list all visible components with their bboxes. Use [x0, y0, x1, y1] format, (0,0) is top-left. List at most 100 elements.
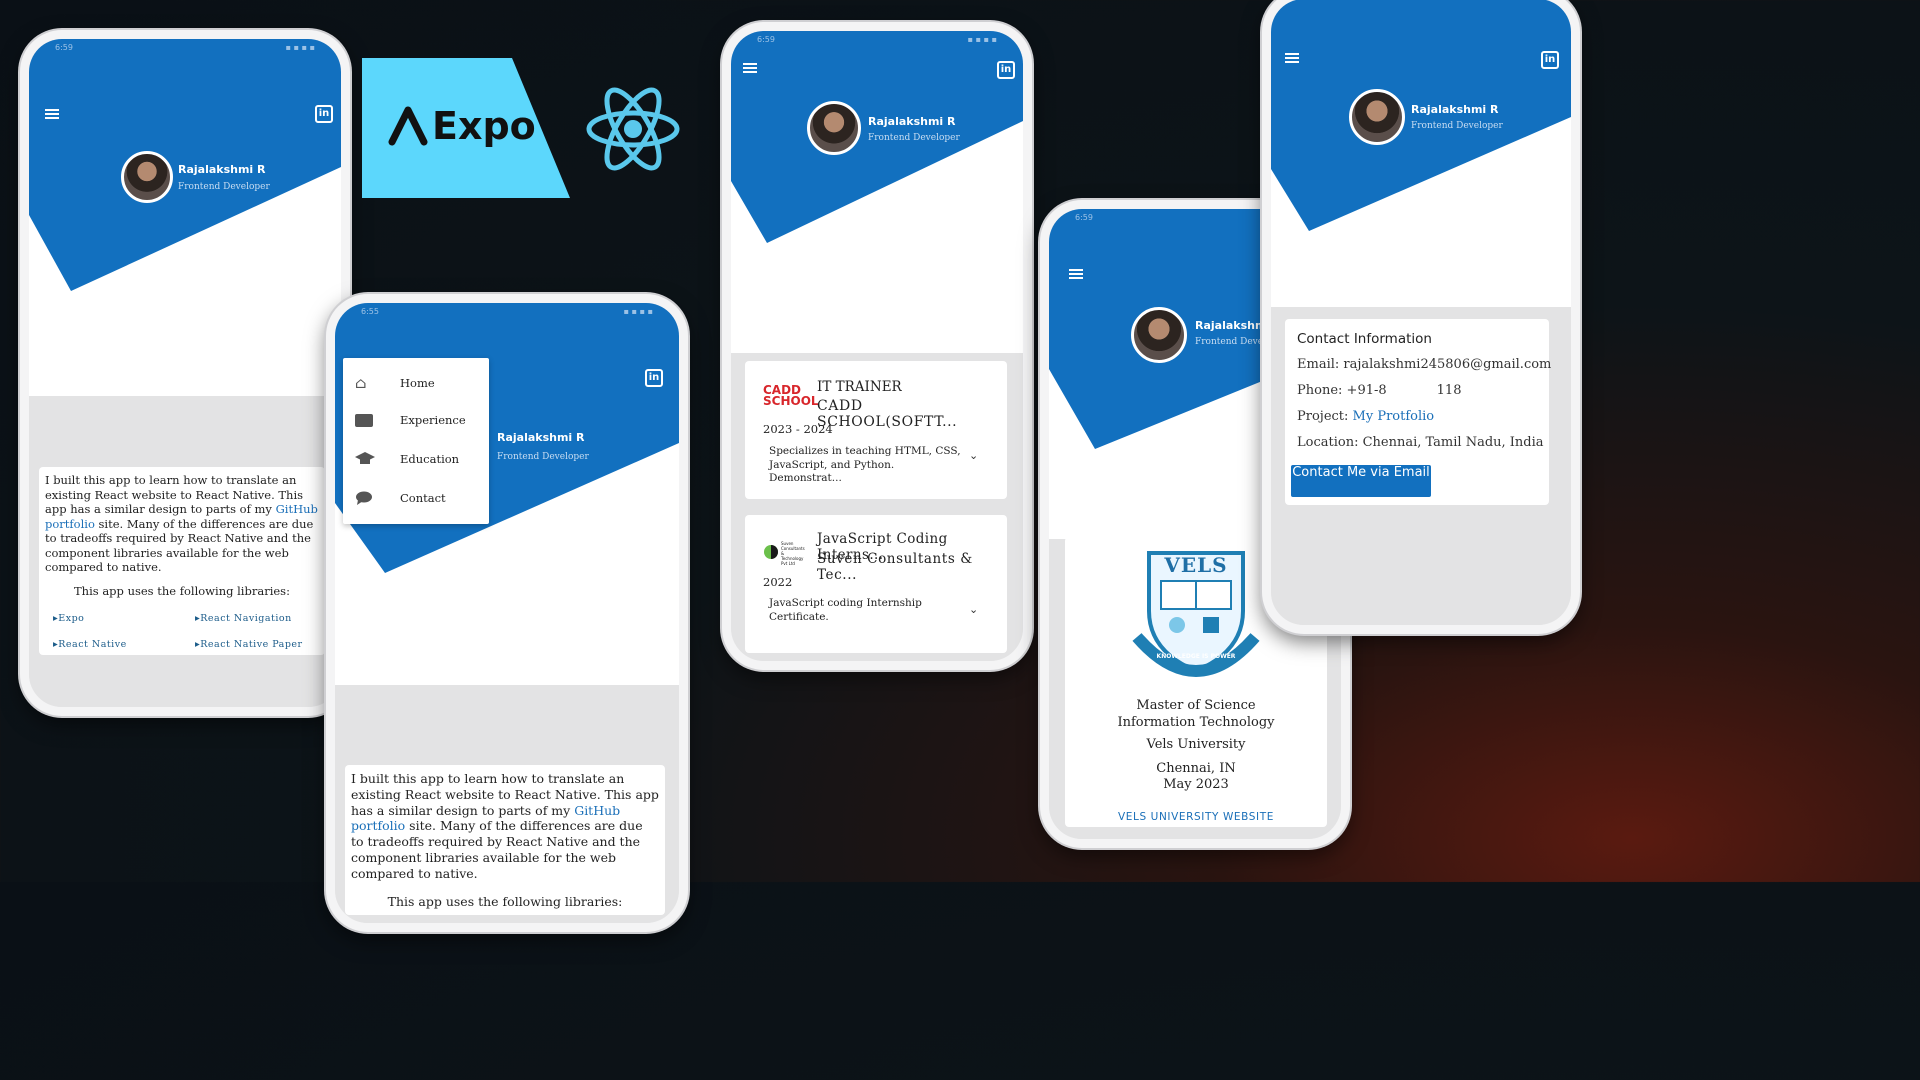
experience-card[interactable]: CADD SCHOOL IT TRAINER CADD SCHOOL(SOFTT…	[745, 361, 1007, 499]
degree: Master of Science Information Technology	[1065, 697, 1327, 731]
drawer-item-label: Experience	[400, 413, 466, 427]
header-hero: 6:59 ▪ ▪ ▪ ▪ in Rajalakshmi R Frontend De…	[731, 31, 1023, 353]
contact-location-row: Location: Chennai, Tamil Nadu, India	[1297, 435, 1544, 450]
contact-email-button[interactable]: Contact Me via Email	[1291, 465, 1431, 497]
libraries-heading: This app uses the following libraries:	[74, 583, 290, 598]
experience-card[interactable]: Suven Consultants & Technology Pvt Ltd J…	[745, 515, 1007, 653]
screen: 6:55 ▪ ▪ ▪ ▪ in Rajalakshmi R Frontend De…	[335, 303, 679, 923]
screen: 6:59 ▪ ▪ ▪ ▪ in Rajalakshmi R Frontend De…	[731, 31, 1023, 661]
profile-role: Frontend Developer	[868, 133, 960, 143]
cadd-school-logo-text: CADD SCHOOL	[763, 383, 819, 408]
expo-logo: Expo	[362, 58, 570, 198]
libraries-heading: This app uses the following libraries:	[387, 893, 623, 909]
menu-icon[interactable]	[45, 109, 59, 119]
experience-company: CADD SCHOOL(SOFTT...	[817, 398, 958, 430]
header-hero: in Rajalakshmi R Frontend Developer	[1271, 0, 1571, 307]
location-label: Location:	[1297, 435, 1359, 450]
phone-experience: 6:59 ▪ ▪ ▪ ▪ in Rajalakshmi R Frontend De…	[722, 22, 1032, 670]
avatar	[1131, 307, 1187, 363]
header-hero: 6:59 ▪ ▪ ▪ ▪ in Rajalakshmi R Frontend De…	[29, 39, 341, 396]
navigation-drawer: ⌂ Home Experience Education Contact	[343, 358, 489, 524]
linkedin-icon[interactable]: in	[997, 61, 1015, 79]
experience-company: Suven Consultants & Tec...	[817, 551, 973, 583]
profile-role: Frontend Developer	[178, 182, 270, 192]
suven-logo-text: Suven Consultants & Technology Pvt Ltd	[781, 541, 805, 566]
about-text: I built this app to learn how to transla…	[45, 473, 319, 575]
contact-project-row: Project: My Protfolio	[1297, 409, 1434, 424]
menu-icon[interactable]	[743, 63, 757, 73]
drawer-item-experience[interactable]: Experience	[355, 413, 466, 427]
phone-contact: in Rajalakshmi R Frontend Developer Cont…	[1262, 0, 1580, 634]
linkedin-icon[interactable]: in	[645, 369, 663, 387]
avatar	[1349, 89, 1405, 145]
status-bar: 6:59▪ ▪ ▪ ▪	[757, 35, 997, 44]
status-bar: 6:59▪ ▪ ▪ ▪	[55, 43, 315, 52]
library-item-expo[interactable]: ▸Expo	[53, 612, 84, 627]
drawer-item-label: Education	[400, 452, 460, 466]
drawer-item-home[interactable]: ⌂ Home	[355, 374, 435, 392]
drawer-item-education[interactable]: Education	[355, 452, 459, 466]
contact-heading: Contact Information	[1297, 331, 1432, 347]
phone-drawer: 6:55 ▪ ▪ ▪ ▪ in Rajalakshmi R Frontend De…	[326, 294, 688, 932]
screen: in Rajalakshmi R Frontend Developer Cont…	[1271, 0, 1571, 625]
profile-role: Frontend Developer	[497, 452, 589, 462]
menu-icon[interactable]	[1069, 269, 1083, 279]
portfolio-link[interactable]: My Protfolio	[1353, 409, 1435, 424]
suven-logo: Suven Consultants & Technology Pvt Ltd	[761, 539, 807, 566]
vels-university-logo: VELS KNOWLEDGE IS POWER	[1129, 545, 1263, 685]
phone-prefix: +91-8	[1346, 383, 1387, 398]
vels-logo-text: VELS	[1164, 553, 1228, 577]
degree-line: Master of Science	[1136, 698, 1256, 713]
menu-icon[interactable]	[1285, 53, 1299, 63]
vels-logo-motto: KNOWLEDGE IS POWER	[1156, 653, 1236, 660]
cadd-school-logo: CADD SCHOOL	[763, 383, 819, 408]
phone-redaction	[1386, 384, 1437, 394]
chevron-down-icon[interactable]: ⌄	[969, 449, 978, 462]
linkedin-icon[interactable]: in	[1541, 51, 1559, 69]
contact-email-row: Email: rajalakshmi245806@gmail.com	[1297, 357, 1551, 372]
library-item-react-navigation[interactable]: ▸React Navigation	[195, 612, 292, 627]
expo-logo-text: Expo	[432, 104, 536, 148]
university-name: Vels University	[1146, 737, 1246, 752]
status-bar: 6:55 ▪ ▪ ▪ ▪	[361, 307, 653, 316]
phone-about: 6:59 ▪ ▪ ▪ ▪ in Rajalakshmi R Frontend De…	[20, 30, 350, 716]
profile-name: Rajalakshmi R	[868, 115, 956, 128]
university-website-link[interactable]: VELS UNIVERSITY WEBSITE	[1065, 811, 1327, 823]
contact-phone-row: Phone: +91-8 118	[1297, 383, 1461, 398]
experience-dates: 2022	[763, 575, 793, 589]
library-item-react-native-paper[interactable]: ▸React Native Paper	[195, 638, 303, 653]
education-date: May 2023	[1163, 777, 1229, 792]
contact-card: Contact Information Email: rajalakshmi24…	[1285, 319, 1551, 505]
about-card: I built this app to learn how to transla…	[345, 765, 665, 915]
library-list: ▸Expo ▸React Navigation ▸React Native ▸R…	[45, 606, 319, 656]
experience-dates: 2023 - 2024	[763, 422, 833, 436]
about-text-part: I built this app to learn how to transla…	[45, 473, 304, 516]
profile-name: Rajalakshmi R	[178, 163, 266, 176]
project-label: Project:	[1297, 409, 1349, 424]
header-hero: 6:55 ▪ ▪ ▪ ▪ in Rajalakshmi R Frontend De…	[335, 303, 679, 685]
experience-description: JavaScript coding Internship Certificate…	[769, 597, 922, 623]
experience-description: Specializes in teaching HTML, CSS, JavaS…	[769, 445, 961, 484]
avatar	[121, 151, 173, 203]
profile-name: Rajalakshmi R	[1411, 103, 1499, 116]
home-icon: ⌂	[355, 374, 367, 392]
avatar	[807, 101, 861, 155]
chevron-down-icon[interactable]: ⌄	[969, 603, 978, 616]
degree-line: Information Technology	[1117, 715, 1275, 730]
phone-label: Phone:	[1297, 383, 1343, 398]
linkedin-icon[interactable]: in	[315, 105, 333, 123]
drawer-item-label: Home	[400, 376, 435, 390]
location-value: Chennai, Tamil Nadu, India	[1362, 435, 1544, 450]
about-card: I built this app to learn how to transla…	[39, 467, 325, 655]
library-item-react-native[interactable]: ▸React Native	[53, 638, 127, 653]
phone-suffix: 118	[1436, 383, 1462, 398]
briefcase-icon	[355, 413, 373, 427]
drawer-item-label: Contact	[400, 491, 446, 505]
react-icon	[586, 86, 680, 176]
email-value: rajalakshmi245806@gmail.com	[1343, 357, 1552, 372]
drawer-item-contact[interactable]: Contact	[355, 491, 446, 505]
email-label: Email:	[1297, 357, 1340, 372]
experience-title: IT TRAINER	[817, 379, 902, 395]
profile-role: Frontend Developer	[1411, 121, 1503, 131]
profile-name: Rajalakshmi R	[497, 431, 585, 444]
